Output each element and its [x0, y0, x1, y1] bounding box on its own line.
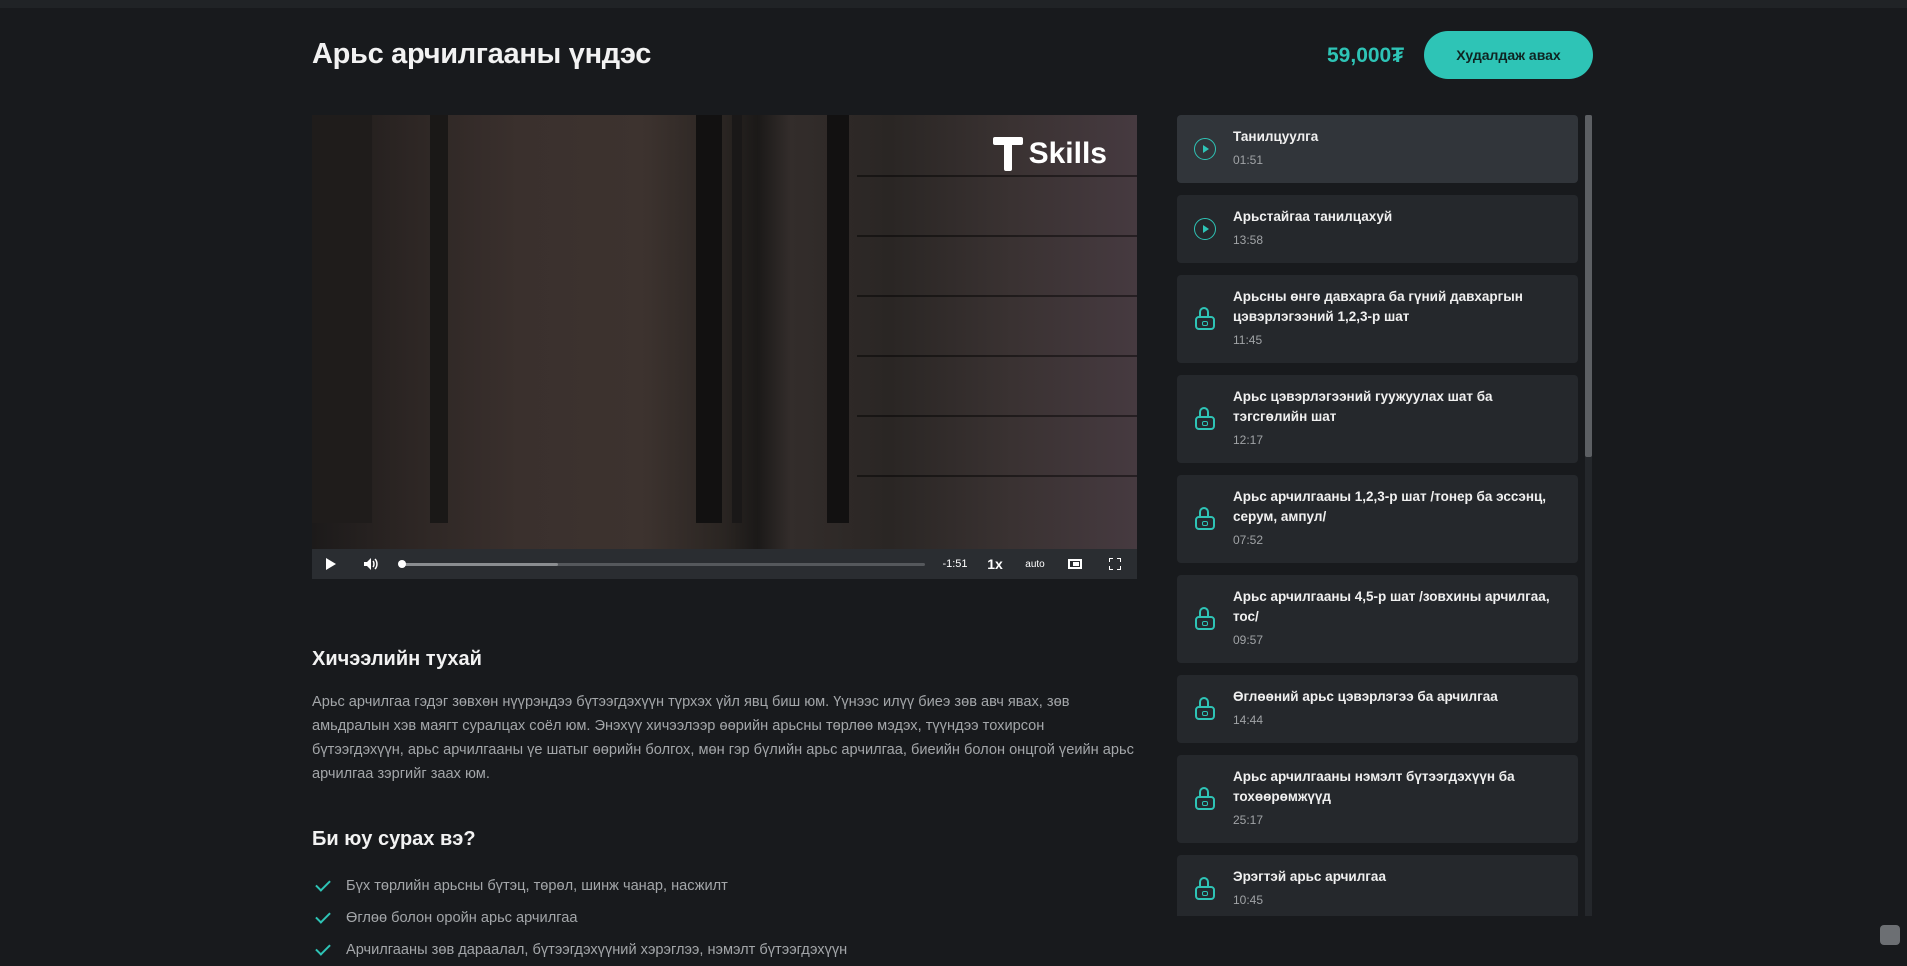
brand-logo: Skills — [992, 137, 1107, 171]
lesson-title: Арьс арчилгааны нэмэлт бүтээгдэхүүн ба т… — [1233, 769, 1515, 804]
lesson-duration: 12:17 — [1233, 433, 1264, 447]
play-icon — [326, 558, 336, 570]
pip-button[interactable] — [1064, 549, 1086, 579]
lesson-item[interactable]: Өглөөний арьс цэвэрлэгээ ба арчилгаа 14:… — [1177, 675, 1578, 743]
speed-button[interactable]: 1x — [982, 549, 1008, 579]
volume-button[interactable] — [360, 549, 382, 579]
learn-heading: Би юу сурах вэ? — [312, 828, 476, 850]
lesson-item[interactable]: Арьс арчилгааны 4,5-р шат /зовхины арчил… — [1177, 575, 1578, 663]
about-text: Арьс арчилгаа гэдэг зөвхөн нүүрэндээ бүт… — [312, 694, 1134, 782]
lesson-item[interactable]: Арьс арчилгааны 1,2,3-р шат /тонер ба эс… — [1177, 475, 1578, 563]
lesson-item[interactable]: Арьс арчилгааны нэмэлт бүтээгдэхүүн ба т… — [1177, 755, 1578, 843]
learn-item: Бүх төрлийн арьсны бүтэц, төрөл, шинж ча… — [315, 870, 847, 902]
video-controls: -1:51 1x auto — [312, 549, 1137, 579]
time-remaining: -1:51 — [942, 558, 968, 570]
progress-knob[interactable] — [398, 560, 406, 568]
learn-list: Бүх төрлийн арьсны бүтэц, төрөл, шинж ча… — [315, 870, 847, 966]
buffered-bar — [401, 563, 559, 566]
check-icon — [315, 940, 331, 956]
fullscreen-button[interactable] — [1104, 549, 1126, 579]
lesson-duration: 13:58 — [1233, 233, 1264, 247]
lesson-title: Арьс арчилгааны 1,2,3-р шат /тонер ба эс… — [1233, 489, 1547, 524]
check-icon — [315, 876, 331, 892]
lock-icon — [1194, 607, 1216, 631]
lesson-title: Арьс цэвэрлэгээний гуужуулах шат ба тэгс… — [1233, 389, 1493, 424]
page-title: Арьс арчилгааны үндэс — [312, 38, 652, 70]
play-circle-icon — [1194, 218, 1216, 240]
lock-icon — [1194, 407, 1216, 431]
lesson-title: Арьс арчилгааны 4,5-р шат /зовхины арчил… — [1233, 589, 1550, 624]
lesson-duration: 11:45 — [1233, 333, 1263, 347]
video-player[interactable]: Skills -1:51 1x auto — [312, 115, 1137, 579]
lesson-title: Танилцуулга — [1233, 129, 1319, 144]
price-label: 59,000₮ — [1327, 44, 1405, 67]
lesson-duration: 01:51 — [1233, 153, 1264, 167]
corner-widget-button[interactable] — [1880, 925, 1900, 945]
lesson-item[interactable]: Арьсны өнгө давхарга ба гүний давхаргын … — [1177, 275, 1578, 363]
volume-icon — [364, 558, 378, 570]
picture-in-picture-icon — [1068, 559, 1082, 569]
lesson-duration: 14:44 — [1233, 713, 1264, 727]
lesson-duration: 10:45 — [1233, 893, 1264, 907]
learn-item: Арчилгааны зөв дараалал, бүтээгдэхүүний … — [315, 934, 847, 966]
lesson-title: Арьстайгаа танилцахуй — [1233, 209, 1393, 224]
lesson-duration: 25:17 — [1233, 813, 1264, 827]
progress-bar[interactable] — [398, 560, 925, 568]
quality-button[interactable]: auto — [1020, 549, 1050, 579]
playlist-scrollbar[interactable] — [1585, 115, 1592, 916]
play-circle-icon — [1194, 138, 1216, 160]
lock-icon — [1194, 787, 1216, 811]
lesson-item[interactable]: Арьстайгаа танилцахуй 13:58 — [1177, 195, 1578, 263]
lesson-item[interactable]: Эрэгтэй арьс арчилгаа 10:45 — [1177, 855, 1578, 916]
lesson-title: Эрэгтэй арьс арчилгаа — [1233, 869, 1386, 884]
fullscreen-icon — [1109, 558, 1121, 570]
lock-icon — [1194, 697, 1216, 721]
lesson-title: Өглөөний арьс цэвэрлэгээ ба арчилгаа — [1233, 689, 1498, 704]
lesson-playlist: Танилцуулга 01:51 Арьстайгаа танилцахуй … — [1177, 115, 1578, 916]
lock-icon — [1194, 307, 1216, 331]
logo-text: Skills — [1028, 137, 1107, 170]
lesson-item[interactable]: Арьс цэвэрлэгээний гуужуулах шат ба тэгс… — [1177, 375, 1578, 463]
about-heading: Хичээлийн тухай — [312, 648, 482, 670]
learn-item: Өглөө болон оройн арьс арчилгаа — [315, 902, 847, 934]
lock-icon — [1194, 507, 1216, 531]
play-button[interactable] — [320, 549, 342, 579]
top-bar — [0, 0, 1907, 8]
check-icon — [315, 908, 331, 924]
scrollbar-thumb[interactable] — [1585, 115, 1592, 457]
lesson-duration: 07:52 — [1233, 533, 1264, 547]
buy-button[interactable]: Худалдаж авах — [1424, 31, 1593, 79]
lesson-title: Арьсны өнгө давхарга ба гүний давхаргын … — [1233, 289, 1523, 324]
lesson-duration: 09:57 — [1233, 633, 1264, 647]
t-logo-icon — [992, 137, 1023, 171]
lock-icon — [1194, 877, 1216, 901]
lesson-item[interactable]: Танилцуулга 01:51 — [1177, 115, 1578, 183]
